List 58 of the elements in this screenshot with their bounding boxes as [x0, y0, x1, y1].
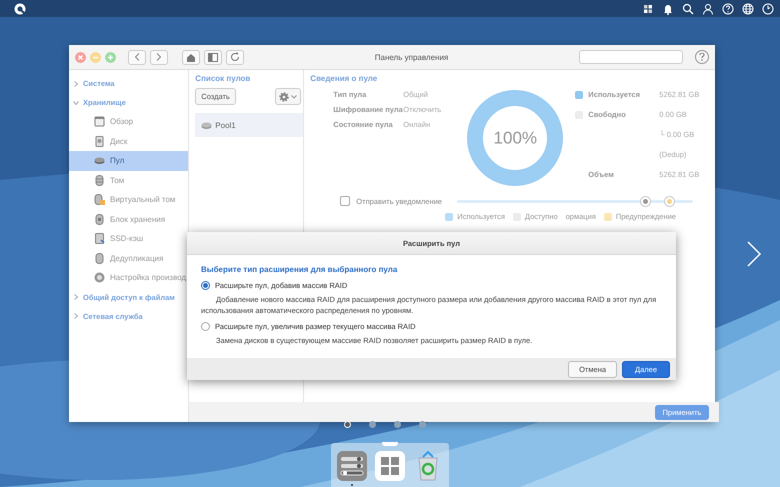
chevron-icon [73, 80, 79, 86]
search-icon[interactable] [682, 2, 694, 14]
section-title: Сведения о пуле [310, 74, 378, 83]
usage-percent: 100% [494, 130, 538, 146]
panel-icon [208, 52, 218, 62]
user-icon[interactable] [702, 2, 714, 14]
logo-icon[interactable] [14, 2, 26, 14]
sidebar-item[interactable]: Виртуальный том [69, 190, 188, 210]
chevron-icon [73, 100, 79, 106]
sidebar-item[interactable]: Блок хранения [69, 210, 188, 229]
notify-checkbox[interactable] [340, 196, 350, 206]
sidebar-item[interactable]: Пул [69, 151, 188, 170]
window-title: Панель управления [374, 52, 450, 62]
chevron-left-icon [134, 53, 140, 61]
sidebar-item[interactable]: Диск [69, 132, 188, 151]
refresh-icon [230, 52, 240, 62]
sidebar-toggle-button[interactable] [204, 50, 222, 64]
dialog-heading: Выберите тип расширения для выбранного пула [201, 265, 398, 274]
pool-item[interactable]: Pool1 [195, 113, 304, 137]
forward-button[interactable] [150, 50, 168, 64]
chevron-right-icon [156, 53, 162, 61]
sidebar-item[interactable]: SSD-кэш [69, 229, 188, 248]
home-button[interactable] [182, 50, 200, 64]
database-icon [94, 194, 105, 206]
drive-icon [94, 233, 105, 244]
section-title: Список пулов [195, 74, 252, 83]
control-panel-icon[interactable] [337, 451, 367, 481]
radio-button[interactable] [201, 322, 210, 331]
slider-thumb[interactable] [664, 196, 674, 206]
drive-icon [94, 136, 105, 147]
home-icon [186, 52, 196, 62]
refresh-button[interactable] [226, 50, 244, 64]
chevron-icon [73, 313, 79, 319]
globe-icon[interactable] [742, 2, 754, 14]
search-field[interactable] [579, 50, 683, 64]
sidebar-item[interactable]: Дедупликация [69, 248, 188, 268]
database-icon [94, 214, 105, 225]
database-icon [94, 174, 105, 186]
database-icon [94, 252, 105, 264]
question-mark-icon [699, 53, 705, 61]
window-icon [94, 116, 105, 128]
chevron-icon [73, 294, 79, 300]
sidebar-item[interactable]: Том [69, 170, 188, 190]
radio-button[interactable] [201, 281, 210, 290]
sidebar-item[interactable]: Обзор [69, 112, 188, 132]
help-button[interactable] [695, 50, 709, 64]
sidebar-item[interactable]: Настройка производ. [69, 268, 188, 288]
disc-icon [201, 120, 212, 130]
back-button[interactable] [128, 50, 146, 64]
gear-icon [279, 92, 290, 102]
bell-icon[interactable] [662, 2, 674, 14]
main-menu-icon[interactable] [375, 451, 405, 481]
disc-icon [94, 155, 105, 166]
tiles-icon[interactable] [642, 2, 654, 14]
settings-button[interactable] [275, 88, 302, 105]
caret-icon [291, 94, 298, 98]
slider-thumb[interactable] [641, 196, 650, 206]
help-icon[interactable] [722, 2, 734, 14]
